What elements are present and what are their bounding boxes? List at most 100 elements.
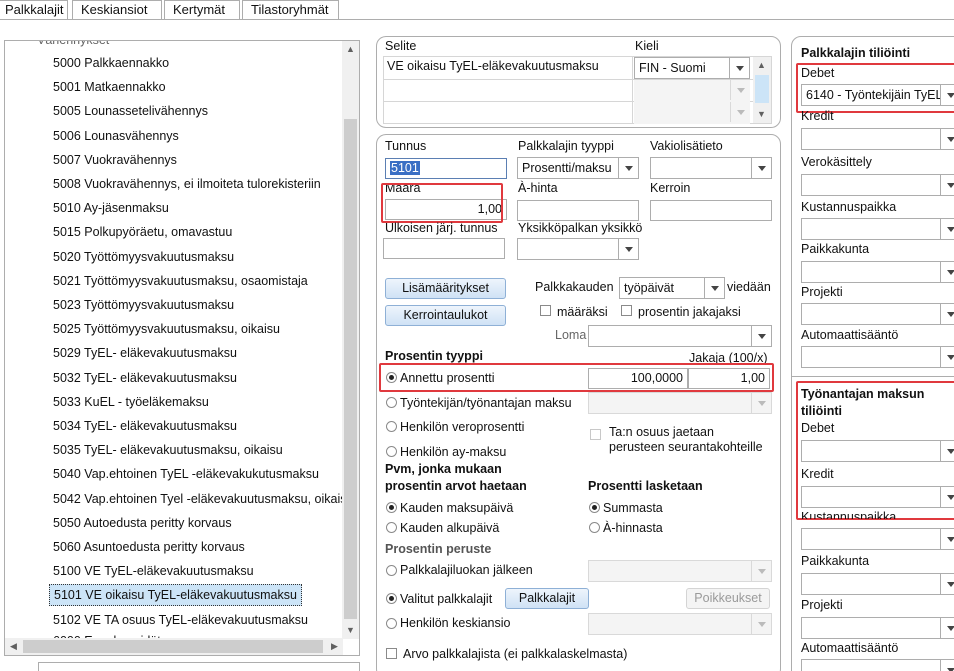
tab-keskiansiot[interactable]: Keskiansiot bbox=[72, 0, 162, 20]
lisamaaritykset-button[interactable]: Lisämääritykset bbox=[385, 278, 506, 299]
list-item[interactable]: 5100 VE TyEL-eläkevakuutusmaksu bbox=[53, 560, 254, 582]
list-item[interactable]: 5008 Vuokravähennys, ei ilmoiteta tulore… bbox=[53, 173, 321, 195]
list-horizontal-scrollbar[interactable]: ◀ ▶ bbox=[5, 638, 343, 655]
ulkoisen-input[interactable] bbox=[383, 238, 505, 259]
loma-select[interactable] bbox=[588, 325, 772, 347]
list-item[interactable]: 5025 Työttömyysvakuutusmaksu, oikaisu bbox=[53, 318, 280, 340]
chevron-down-icon[interactable] bbox=[940, 262, 954, 282]
keskiansio-select[interactable] bbox=[588, 613, 772, 635]
chevron-down-icon[interactable] bbox=[751, 561, 771, 581]
tyontekijan-select[interactable] bbox=[588, 392, 772, 414]
chevron-down-icon[interactable] bbox=[940, 347, 954, 367]
verokasittely-select[interactable] bbox=[801, 174, 954, 196]
chevron-down-icon[interactable] bbox=[704, 278, 724, 298]
chevron-down-icon[interactable] bbox=[940, 85, 954, 105]
list-item[interactable]: 5010 Ay-jäsenmaksu bbox=[53, 197, 169, 219]
list-item[interactable]: 5005 Lounassetelivähennys bbox=[53, 100, 208, 122]
tunnus-input[interactable]: 5101 bbox=[385, 158, 507, 179]
list-item[interactable]: 5060 Asuntoedusta peritty korvaus bbox=[53, 536, 245, 558]
kustannuspaikka-select[interactable] bbox=[801, 218, 954, 240]
tab-palkkalajit[interactable]: Palkkalajit bbox=[0, 0, 68, 20]
list-item[interactable]: 5033 KuEL - työeläkemaksu bbox=[53, 391, 209, 413]
chevron-down-icon[interactable] bbox=[751, 158, 771, 178]
jakaja-input[interactable]: 1,00 bbox=[688, 368, 770, 389]
scroll-right-icon[interactable]: ▶ bbox=[326, 638, 343, 655]
list-item[interactable]: 5032 TyEL- eläkevakuutusmaksu bbox=[53, 367, 237, 389]
maara-input[interactable]: 1,00 bbox=[385, 199, 507, 220]
kauden-maksupaiva-radio[interactable] bbox=[386, 502, 397, 513]
list-item[interactable]: 5023 Työttömyysvakuutusmaksu bbox=[53, 294, 234, 316]
chevron-down-icon[interactable] bbox=[730, 102, 750, 122]
description-scrollbar[interactable]: ▲ ▼ bbox=[753, 57, 771, 123]
wage-type-list[interactable]: Vähennykset 5000 Palkkaennakko 5001 Matka… bbox=[4, 40, 360, 656]
list-item[interactable]: 5006 Lounasvähennys bbox=[53, 125, 179, 147]
chevron-down-icon[interactable] bbox=[940, 618, 954, 638]
kauden-alkupaiva-radio[interactable] bbox=[386, 522, 397, 533]
chevron-down-icon[interactable] bbox=[729, 58, 749, 78]
chevron-down-icon[interactable] bbox=[940, 487, 954, 507]
paikkakunta2-select[interactable] bbox=[801, 573, 954, 595]
chevron-down-icon[interactable] bbox=[940, 441, 954, 461]
prosentin-jakajaksi-checkbox[interactable] bbox=[621, 305, 632, 316]
chevron-down-icon[interactable] bbox=[751, 326, 771, 346]
selite-input[interactable]: VE oikaisu TyEL-eläkevakuutusmaksu bbox=[383, 57, 632, 78]
list-item[interactable]: 5035 TyEL- eläkevakuutusmaksu, oikaisu bbox=[53, 439, 283, 461]
chevron-down-icon[interactable] bbox=[751, 393, 771, 413]
scroll-up-icon[interactable]: ▲ bbox=[753, 57, 770, 74]
a-hinnasta-radio[interactable] bbox=[589, 522, 600, 533]
kieli-select-empty[interactable] bbox=[634, 102, 750, 124]
list-item[interactable]: 5042 Vap.ehtoinen Tyel -eläkevakuutusmak… bbox=[53, 488, 353, 510]
list-item[interactable]: 5034 TyEL- eläkevakuutusmaksu bbox=[53, 415, 237, 437]
list-item[interactable]: 5020 Työttömyysvakuutusmaksu bbox=[53, 246, 234, 268]
henkilon-vero-radio[interactable] bbox=[386, 421, 397, 432]
palkkakauden-select[interactable]: työpäivät bbox=[619, 277, 725, 299]
list-item[interactable]: 5040 Vap.ehtoinen TyEL -eläkevakukutusma… bbox=[53, 463, 319, 485]
scroll-down-icon[interactable]: ▼ bbox=[753, 106, 770, 123]
tab-tilastoryhmat[interactable]: Tilastoryhmät bbox=[242, 0, 339, 20]
a-hinta-input[interactable] bbox=[517, 200, 639, 221]
yksikko-select[interactable] bbox=[517, 238, 639, 260]
annettu-prosentti-radio[interactable] bbox=[386, 372, 397, 383]
chevron-down-icon[interactable] bbox=[618, 158, 638, 178]
chevron-down-icon[interactable] bbox=[940, 129, 954, 149]
scroll-down-icon[interactable]: ▼ bbox=[342, 622, 359, 639]
kieli-select[interactable]: FIN - Suomi bbox=[634, 57, 750, 79]
list-item[interactable]: 5000 Palkkaennakko bbox=[53, 52, 169, 74]
kerrointaulukot-button[interactable]: Kerrointaulukot bbox=[385, 305, 506, 326]
list-item[interactable]: 5021 Työttömyysvakuutusmaksu, osaomistaj… bbox=[53, 270, 308, 292]
chevron-down-icon[interactable] bbox=[940, 219, 954, 239]
list-item[interactable]: 5015 Polkupyöräetu, omavastuu bbox=[53, 221, 232, 243]
paikkakunta-select[interactable] bbox=[801, 261, 954, 283]
list-item[interactable]: 5050 Autoedusta peritty korvaus bbox=[53, 512, 232, 534]
kredit-select[interactable] bbox=[801, 128, 954, 150]
prosentti-input[interactable]: 100,0000 bbox=[588, 368, 688, 389]
chevron-down-icon[interactable] bbox=[940, 574, 954, 594]
debet2-select[interactable] bbox=[801, 440, 954, 462]
list-item[interactable]: 5029 TyEL- eläkevakuutusmaksu bbox=[53, 342, 237, 364]
valitut-radio[interactable] bbox=[386, 593, 397, 604]
vakiolisatieto-select[interactable] bbox=[650, 157, 772, 179]
scroll-up-icon[interactable]: ▲ bbox=[342, 41, 359, 58]
tyyppi-select[interactable]: Prosentti/maksu bbox=[517, 157, 639, 179]
scroll-thumb[interactable] bbox=[755, 75, 769, 103]
automaattisaanto2-select[interactable] bbox=[801, 659, 954, 671]
chevron-down-icon[interactable] bbox=[730, 80, 750, 100]
palkkalajit-button[interactable]: Palkkalajit bbox=[505, 588, 589, 609]
tab-kertymat[interactable]: Kertymät bbox=[164, 0, 240, 20]
chevron-down-icon[interactable] bbox=[940, 660, 954, 671]
list-item[interactable]: 5001 Matkaennakko bbox=[53, 76, 166, 98]
arvo-checkbox[interactable] bbox=[386, 648, 397, 659]
scroll-thumb[interactable] bbox=[344, 119, 357, 619]
kustannuspaikka2-select[interactable] bbox=[801, 528, 954, 550]
debet-select[interactable]: 6140 - Työntekijäin TyEL bbox=[801, 84, 954, 106]
scroll-left-icon[interactable]: ◀ bbox=[5, 638, 22, 655]
chevron-down-icon[interactable] bbox=[940, 175, 954, 195]
ta-osuus-checkbox[interactable] bbox=[590, 429, 601, 440]
chevron-down-icon[interactable] bbox=[618, 239, 638, 259]
list-item[interactable]: 5102 VE TA osuus TyEL-eläkevakuutusmaksu bbox=[53, 609, 308, 631]
chevron-down-icon[interactable] bbox=[751, 614, 771, 634]
list-item[interactable]: 5007 Vuokravähennys bbox=[53, 149, 177, 171]
chevron-down-icon[interactable] bbox=[940, 529, 954, 549]
henkilon-ay-radio[interactable] bbox=[386, 446, 397, 457]
poikkeukset-button[interactable]: Poikkeukset bbox=[686, 588, 770, 609]
